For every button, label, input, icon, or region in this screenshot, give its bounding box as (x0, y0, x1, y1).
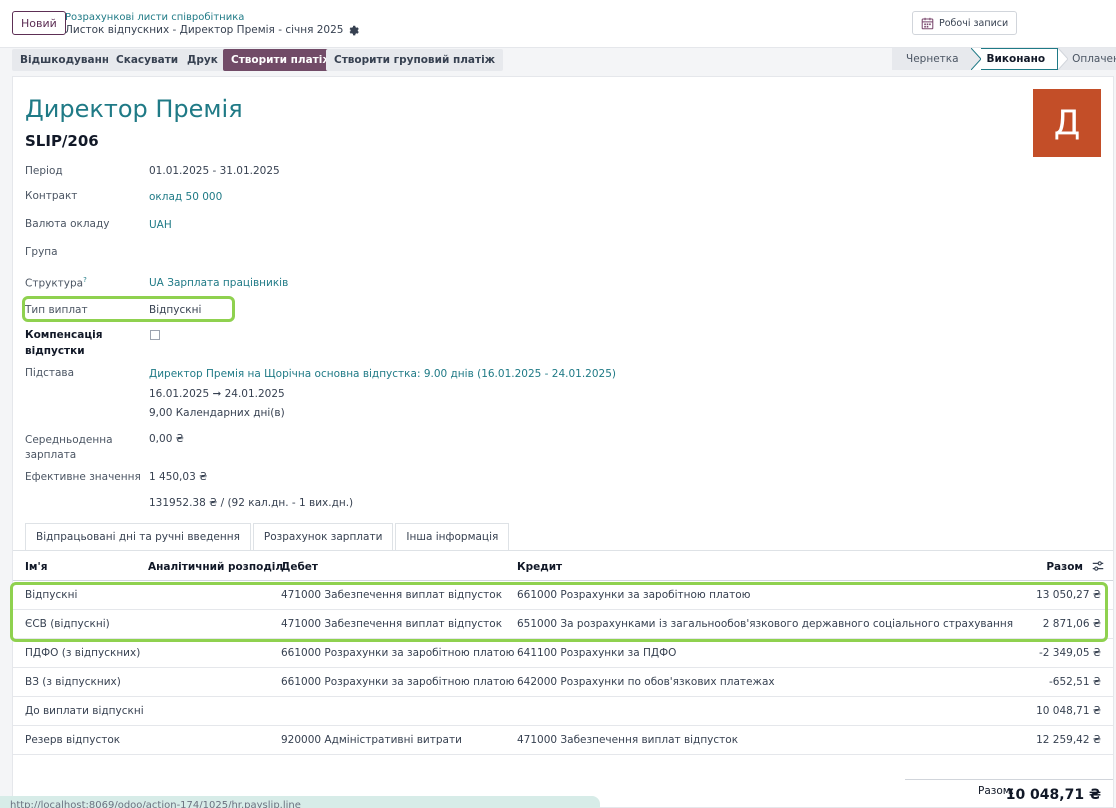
breadcrumb-current: Листок відпускних - Директор Премія - сі… (65, 24, 360, 36)
avg-salary-label: Середньоденна зарплата (25, 433, 113, 463)
breadcrumb-current-label: Листок відпускних - Директор Премія - сі… (65, 24, 344, 36)
contract-label: Контракт (25, 190, 78, 202)
calendar-icon (921, 17, 934, 29)
worklog-label: Робочі записи (939, 17, 1009, 29)
employee-name: Директор Премія (25, 95, 243, 123)
notebook-tabs: Відпрацьовані дні та ручні введення Розр… (25, 523, 511, 551)
total-value: 10 048,71 ₴ (1005, 787, 1101, 803)
row-name: ПДФО (з відпускних) (25, 647, 141, 659)
row-total: -652,51 ₴ (1049, 676, 1101, 688)
contract-link[interactable]: оклад 50 000 (149, 191, 222, 203)
table-row[interactable]: До виплати відпускні 10 048,71 ₴ (13, 697, 1113, 726)
row-credit: 642000 Розрахунки по обов'язкових платеж… (517, 676, 775, 688)
highlight-rows (10, 582, 1108, 642)
status-separator (1058, 48, 1069, 70)
status-draft[interactable]: Чернетка (892, 48, 971, 70)
highlight-payment-type (22, 296, 235, 322)
worklog-button[interactable]: Робочі записи (912, 11, 1018, 35)
status-paid[interactable]: Оплачено (1068, 48, 1116, 70)
avg-salary-label-line1: Середньоденна (25, 434, 113, 446)
col-debit[interactable]: Дебет (281, 561, 318, 573)
currency-label: Валюта окладу (25, 218, 110, 230)
table-row[interactable]: ПДФО (з відпускних) 661000 Розрахунки за… (13, 639, 1113, 668)
basis-days: 9,00 Календарних дні(в) (149, 407, 285, 419)
create-payment-button[interactable]: Створити платіж (223, 49, 341, 71)
table-header: Ім'я Аналітичний розподіл Дебет Кредит Р… (13, 553, 1113, 581)
row-debit: 661000 Розрахунки за заробітною платою (281, 647, 515, 659)
vacation-comp-checkbox[interactable] (150, 330, 160, 340)
row-total: 12 259,42 ₴ (1036, 734, 1101, 746)
structure-label: Структура? (25, 276, 87, 290)
status-done[interactable]: Виконано (980, 48, 1059, 70)
tab-worked-days[interactable]: Відпрацьовані дні та ручні введення (25, 523, 251, 551)
avatar: Д (1033, 89, 1101, 157)
structure-label-text: Структура (25, 277, 84, 290)
currency-link[interactable]: UAH (149, 219, 172, 231)
row-name: Резерв відпусток (25, 734, 121, 746)
row-credit: 471000 Забезпечення виплат відпусток (517, 734, 739, 746)
table-row[interactable]: ВЗ (з відпускних) 661000 Розрахунки за з… (13, 668, 1113, 697)
table-row[interactable]: Резерв відпусток 920000 Адміністративні … (13, 726, 1113, 755)
column-settings-icon[interactable] (1091, 559, 1105, 573)
url-tooltip: http://localhost:8069/odoo/action-174/10… (0, 796, 600, 808)
avg-salary-value: 0,00 ₴ (149, 433, 184, 445)
group-label: Група (25, 246, 58, 258)
control-panel: Новий Розрахункові листи співробітника Л… (0, 0, 1116, 48)
row-name: До виплати відпускні (25, 705, 144, 717)
row-debit: 661000 Розрахунки за заробітною платою (281, 676, 515, 688)
gear-icon[interactable] (348, 25, 360, 36)
row-total: 10 048,71 ₴ (1036, 705, 1101, 717)
vacation-comp-label-line2: відпустки (25, 345, 85, 357)
create-group-payment-button[interactable]: Створити груповий платіж (326, 49, 504, 71)
col-credit[interactable]: Кредит (517, 561, 562, 573)
breadcrumb-parent[interactable]: Розрахункові листи співробітника (65, 12, 244, 23)
effective-calc: 131952.38 ₴ / (92 кал.дн. - 1 вих.дн.) (149, 497, 354, 509)
new-button[interactable]: Новий (12, 11, 66, 35)
period-value: 01.01.2025 - 31.01.2025 (149, 165, 280, 177)
row-credit: 641100 Розрахунки за ПДФО (517, 647, 677, 659)
form-sheet: Директор Премія SLIP/206 Д Період 01.01.… (10, 76, 1114, 808)
row-name: ВЗ (з відпускних) (25, 676, 121, 688)
print-button[interactable]: Друк (179, 49, 226, 71)
structure-link[interactable]: UA Зарплата працівників (149, 277, 288, 289)
col-analytic[interactable]: Аналітичний розподіл (148, 561, 283, 573)
row-debit: 920000 Адміністративні витрати (281, 734, 462, 746)
payslip-reference: SLIP/206 (25, 132, 99, 150)
total-divider (905, 779, 1113, 780)
basis-label: Підстава (25, 367, 75, 379)
cancel-button[interactable]: Скасувати (108, 49, 187, 71)
status-bar: Чернетка Виконано Оплачено (892, 48, 1116, 70)
tab-salary-computation[interactable]: Розрахунок зарплати (252, 523, 394, 551)
status-separator (970, 48, 981, 70)
vacation-comp-label: Компенсація відпустки (25, 327, 102, 359)
effective-value: 1 450,03 ₴ (149, 471, 208, 483)
tab-divider (13, 550, 1113, 551)
effective-label: Ефективне значення (25, 471, 141, 483)
col-name[interactable]: Ім'я (25, 561, 47, 573)
basis-dates: 16.01.2025 ➞ 24.01.2025 (149, 388, 285, 400)
col-total[interactable]: Разом (1046, 561, 1083, 573)
vacation-comp-label-line1: Компенсація (25, 329, 103, 341)
avg-salary-label-line2: зарплата (25, 449, 77, 461)
basis-link[interactable]: Директор Премія на Щорічна основна відпу… (149, 368, 616, 380)
period-label: Період (25, 165, 63, 177)
help-icon[interactable]: ? (83, 276, 87, 284)
tab-other-info[interactable]: Інша інформація (395, 523, 510, 551)
row-total: -2 349,05 ₴ (1038, 647, 1101, 659)
